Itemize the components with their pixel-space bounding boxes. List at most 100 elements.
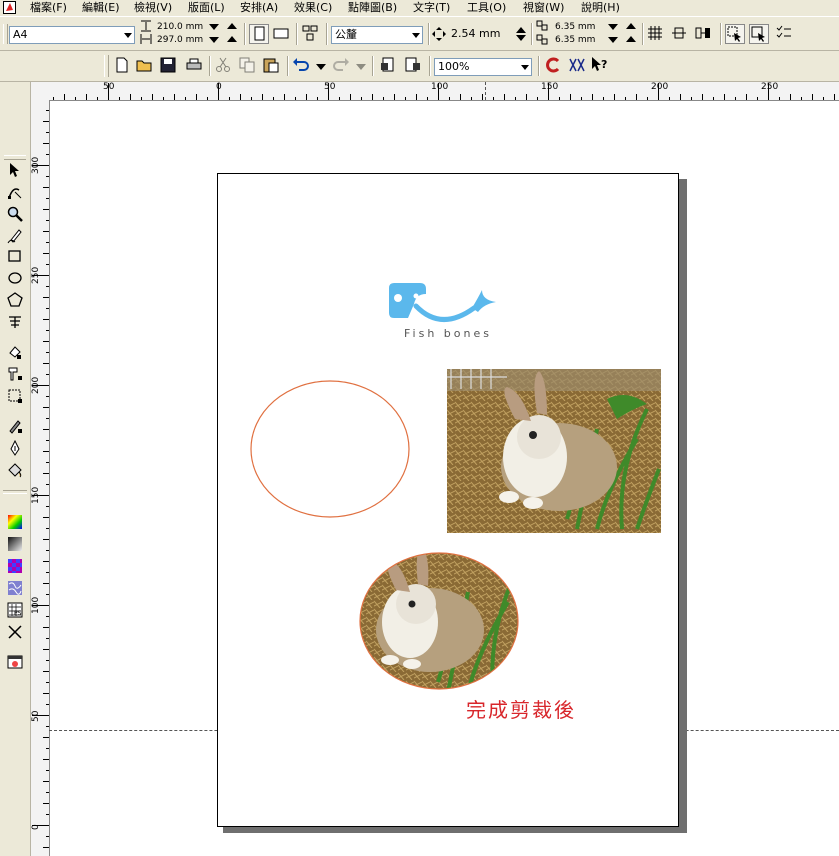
landscape-button[interactable] [272,24,292,44]
width-spin-down[interactable] [209,24,219,30]
empty-ellipse-shape[interactable] [249,379,411,521]
export-button[interactable] [404,56,424,76]
units-select[interactable]: 公釐 [331,26,423,44]
vertical-ruler[interactable]: 300 250 200 150 100 50 0 [31,100,50,856]
outline-pen-icon [9,420,22,434]
menu-view[interactable]: 檢視(V) [134,0,172,16]
no-fill-tool[interactable] [5,622,25,642]
printer-icon [186,58,202,70]
vruler-tick [46,154,49,155]
undo-button[interactable] [292,56,312,76]
freehand-tool[interactable] [5,226,25,246]
nudge-spin-up[interactable] [516,27,526,33]
duplicate-y-field[interactable]: 6.35 mm [555,35,595,45]
import-icon [381,57,394,72]
menu-effects[interactable]: 效果(C) [294,0,332,16]
options-button[interactable] [775,24,795,44]
cut-button[interactable] [214,56,234,76]
toolbar-grip[interactable] [104,55,109,77]
ellipse-tool[interactable] [5,268,25,288]
hruler-tick [603,97,604,100]
menu-tools[interactable]: 工具(O) [467,0,506,16]
transparency-tool[interactable] [5,386,25,406]
pick-tool[interactable] [5,160,25,180]
menu-layout[interactable]: 版面(L) [188,0,225,16]
fish-bones-logo[interactable] [386,280,498,328]
interactive-fill-tool[interactable] [5,342,25,362]
dup-x-spin-down[interactable] [608,24,618,30]
new-button[interactable] [113,56,133,76]
hruler-tick [801,97,802,100]
paste-button[interactable] [262,56,282,76]
portrait-icon [254,26,265,41]
hruler-tick [768,83,769,100]
page-size-select[interactable]: A4 [9,26,135,44]
copy-button[interactable] [238,56,258,76]
menu-help[interactable]: 說明(H) [581,0,620,16]
menu-bitmaps[interactable]: 點陣圖(B) [348,0,397,16]
fountain-fill-tool[interactable] [5,534,25,554]
print-button[interactable] [185,56,205,76]
app-icon[interactable] [3,1,16,14]
open-button[interactable] [136,56,156,76]
zoom-tool[interactable] [5,204,25,224]
treat-as-filled-button[interactable] [725,24,745,44]
menu-window[interactable]: 視窗(W) [523,0,564,16]
application-launcher-button[interactable] [544,56,564,76]
zoom-select[interactable]: 100% [434,58,532,76]
duplicate-y-icon [536,34,548,45]
menu-edit[interactable]: 編輯(E) [82,0,120,16]
cropped-rabbit-ellipse[interactable] [358,552,520,692]
portrait-button[interactable] [249,24,269,44]
import-button[interactable] [380,56,400,76]
rabbit-photo[interactable] [447,369,661,533]
pen-tool[interactable] [5,438,25,458]
page-layout-button[interactable] [301,24,321,44]
height-spin-up[interactable] [227,36,237,42]
snap-grid-button[interactable] [646,24,666,44]
duplicate-x-field[interactable]: 6.35 mm [555,22,595,32]
menu-text[interactable]: 文字(T) [413,0,450,16]
height-spin-down[interactable] [209,37,219,43]
dup-x-spin-up[interactable] [626,23,636,29]
whats-this-button[interactable]: ? [591,56,611,76]
page-width-field[interactable]: 210.0 mm [157,22,203,32]
vruler-tick [46,748,49,749]
undo-dropdown[interactable] [316,64,326,70]
hruler-tick [185,97,186,100]
draw-objects-button[interactable] [749,24,769,44]
postscript-fill-tool[interactable]: PS [5,600,25,620]
toolbar-grip[interactable] [3,24,8,44]
corel-online-button[interactable] [568,56,588,76]
dup-y-spin-down[interactable] [608,37,618,43]
horizontal-ruler[interactable]: 50 0 50 100 150 200 250 [31,82,839,101]
polygon-tool[interactable] [5,290,25,310]
snap-objects-button[interactable] [694,24,714,44]
redo-dropdown[interactable] [356,64,366,70]
vruler-tick [43,781,49,782]
fill-tool[interactable] [5,460,25,480]
snap-guidelines-button[interactable] [670,24,690,44]
color-docker-tool[interactable] [5,512,25,532]
shape-tool[interactable] [5,182,25,202]
vruler-tick [46,242,49,243]
save-button[interactable] [159,56,179,76]
outline-tool[interactable] [5,416,25,436]
text-tool[interactable] [5,312,25,332]
menu-arrange[interactable]: 安排(A) [240,0,278,16]
page-height-field[interactable]: 297.0 mm [157,35,203,45]
width-spin-up[interactable] [227,23,237,29]
dup-y-spin-up[interactable] [626,36,636,42]
nudge-spin-down[interactable] [516,35,526,41]
pattern-fill-tool[interactable] [5,556,25,576]
texture-fill-tool[interactable] [5,578,25,598]
menu-file[interactable]: 檔案(F) [30,0,67,16]
vruler-tick [43,473,49,474]
hruler-tick [658,83,659,100]
hruler-tick [438,83,439,100]
redo-button[interactable] [332,56,352,76]
rectangle-tool[interactable] [5,246,25,266]
nudge-field[interactable]: 2.54 mm [448,26,514,44]
color-docker-window-tool[interactable] [5,652,25,672]
eyedropper-tool[interactable] [5,364,25,384]
